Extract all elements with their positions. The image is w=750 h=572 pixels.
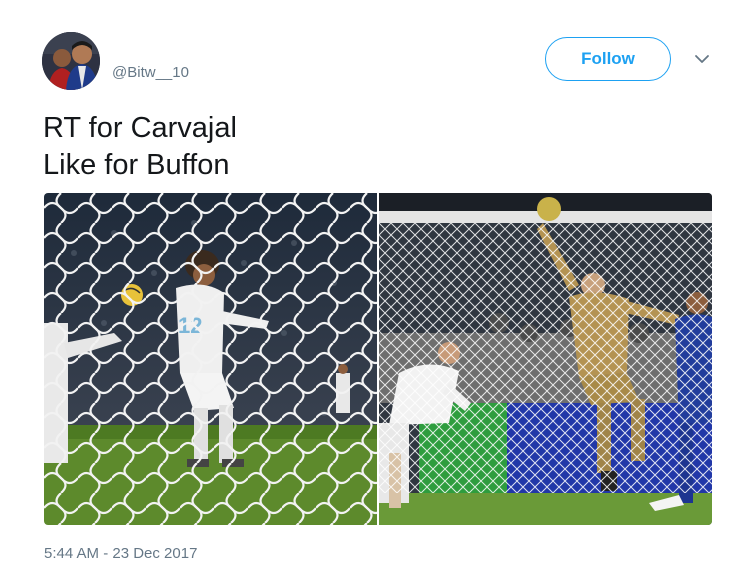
tweet-photo-right[interactable] [379, 193, 712, 525]
tweet-photo-left[interactable]: 12 [44, 193, 377, 525]
tweet-text: RT for Carvajal Like for Buffon [43, 110, 237, 184]
follow-button[interactable]: Follow [545, 37, 671, 81]
tweet-timestamp[interactable]: 5:44 AM - 23 Dec 2017 [44, 545, 197, 562]
tweet-text-line: RT for Carvajal [43, 112, 237, 144]
user-handle[interactable]: @Bitw__10 [112, 64, 189, 81]
tweet-text-line: Like for Buffon [43, 149, 230, 181]
chevron-down-icon[interactable] [693, 52, 711, 66]
avatar[interactable] [42, 32, 100, 90]
avatar-image [42, 32, 100, 90]
